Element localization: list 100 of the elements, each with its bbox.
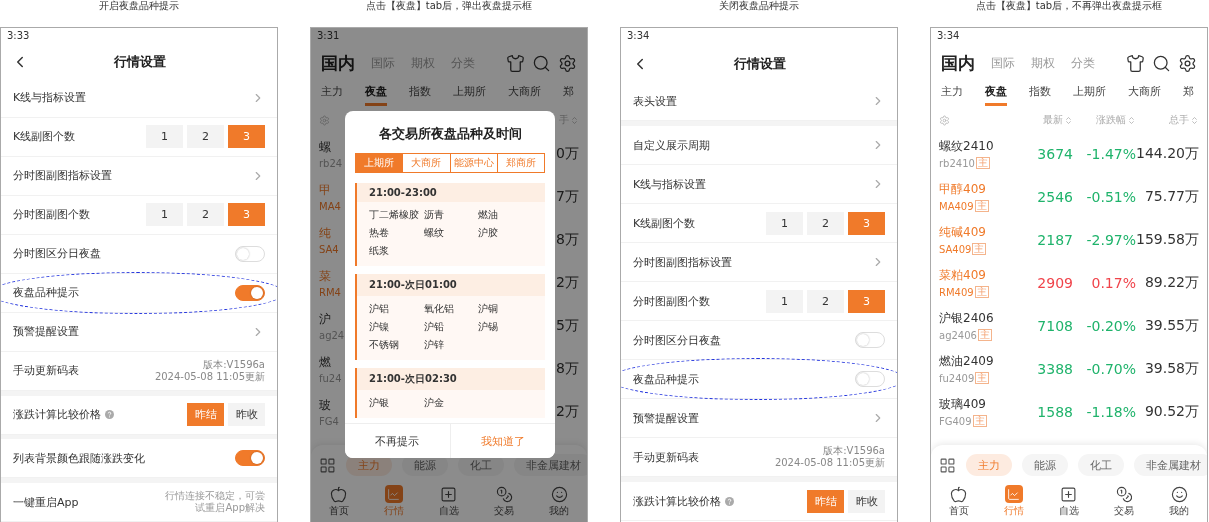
contract-code: RM409 主 [939,286,989,298]
product-name: 螺纹 [423,226,445,240]
option-button[interactable]: 2 [187,125,224,149]
volume-value: 2万 [556,402,579,421]
setting-label[interactable]: 表头设置 [633,93,677,109]
setting-label[interactable]: 分时图副图指标设置 [633,254,732,270]
contract-code: RM4 [319,286,341,298]
category-chip[interactable]: 非金属建材 [1134,454,1207,476]
grid-icon[interactable] [319,456,336,474]
setting-label[interactable]: 一键重启App [13,494,79,510]
setting-label[interactable]: 涨跌计算比较价格 [633,493,734,509]
change-value: -1.47% [1086,145,1136,162]
contract-name: 燃 [319,353,331,371]
sub-tab[interactable]: 夜盘 [985,84,1007,106]
grid-icon[interactable] [939,456,956,474]
setting-label[interactable]: K线副图个数 [13,129,76,145]
shirt-icon[interactable] [506,53,525,73]
price-value: 2546 [1037,188,1073,205]
sub-tab[interactable]: 郑 [1183,84,1194,103]
square-plus-icon [440,485,458,503]
nav-item[interactable]: 我的 [549,485,570,518]
coins-icon [1115,485,1133,503]
change-value: -1.18% [1086,403,1136,420]
option-button[interactable]: 1 [146,203,183,227]
volume-value: 39.55万 [1144,316,1199,335]
setting-label[interactable]: 夜盘品种提示 [13,285,79,301]
top-tab[interactable]: 国内 [321,51,355,75]
nav-item[interactable]: 自选 [1058,485,1079,518]
setting-label[interactable]: 预警提醒设置 [633,410,699,426]
sub-tab[interactable]: 大商所 [1128,84,1161,103]
sub-tab[interactable]: 主力 [321,84,343,103]
smile-icon [1170,485,1188,503]
option-button[interactable]: 1 [766,211,803,235]
sub-tab[interactable]: 大商所 [508,84,541,103]
setting-label[interactable]: 分时图副图个数 [13,207,90,223]
setting-label[interactable]: 预警提醒设置 [13,324,79,340]
setting-label[interactable]: K线与指标设置 [633,176,707,192]
help-icon[interactable] [105,410,114,420]
sub-tab[interactable]: 指数 [1029,84,1051,103]
help-icon[interactable] [725,496,734,506]
option-button[interactable]: 2 [807,289,844,313]
option-button[interactable]: 1 [146,125,183,149]
change-value: -2.97% [1086,231,1136,248]
nav-item[interactable]: 自选 [438,485,459,518]
option-button[interactable]: 昨收 [848,489,885,513]
nav-item[interactable]: 我的 [1169,485,1190,518]
volume-value: 8万 [556,359,579,378]
setting-label[interactable]: 分时图副图指标设置 [13,168,112,184]
sub-tab[interactable]: 指数 [409,84,431,103]
product-name: 沪胶 [478,226,500,240]
sub-tab[interactable]: 郑 [563,84,574,103]
session-time: 21:00-23:00 [357,183,545,202]
volume-value: 144.20万 [1136,144,1199,163]
settings-icon[interactable] [1178,53,1197,73]
product-name: 沪铜 [478,302,500,316]
settings-icon[interactable] [558,53,577,73]
nav-item[interactable]: 首页 [328,485,349,518]
setting-label[interactable]: 列表背景颜色跟随涨跌变化 [13,450,145,466]
option-button[interactable]: 2 [187,203,224,227]
setting-label[interactable]: 分时图区分日夜盘 [633,332,721,348]
sub-tab[interactable]: 上期所 [1073,84,1106,103]
toggle-switch[interactable] [235,450,265,467]
nav-item[interactable]: 交易 [494,485,515,518]
price-value: 3674 [1037,145,1073,162]
option-button[interactable]: 2 [807,211,844,235]
option-button[interactable]: 昨收 [228,403,265,427]
product-name: 纸浆 [369,244,390,258]
category-chip[interactable]: 能源 [1022,454,1068,476]
setting-label[interactable]: 分时图区分日夜盘 [13,246,101,262]
category-chip[interactable]: 化工 [1078,454,1124,476]
search-icon[interactable] [532,53,551,73]
top-tab[interactable]: 国内 [941,51,975,75]
volume-value: 159.58万 [1136,230,1199,249]
apple-icon [950,485,968,503]
setting-label[interactable]: 夜盘品种提示 [633,371,699,387]
sort-icon [570,115,579,125]
sub-tab[interactable]: 上期所 [453,84,486,103]
setting-label[interactable]: 手动更新码表 [13,363,79,379]
sub-tab[interactable]: 主力 [941,84,963,103]
setting-label[interactable]: 分时图副图个数 [633,293,710,309]
contract-code: MA409 主 [939,200,989,212]
contract-name: 螺 [319,138,331,156]
search-icon[interactable] [1152,53,1171,73]
setting-label[interactable]: 自定义展示周期 [633,137,710,153]
nav-item[interactable]: 交易 [1114,485,1135,518]
contract-code: MA4 [319,200,341,212]
apple-icon [330,485,348,503]
option-button[interactable]: 1 [766,289,803,313]
contract-code: fu24 [319,372,342,384]
setting-label[interactable]: K线与指标设置 [13,90,87,106]
nav-item[interactable]: 首页 [948,485,969,518]
version-text: 2024-05-08 11:05更新 [774,457,885,469]
version-text: 版本:V1596a [202,358,265,371]
contract-name: 玻璃409 [939,396,986,413]
shirt-icon[interactable] [1126,53,1145,73]
setting-label[interactable]: K线副图个数 [633,215,696,231]
setting-label[interactable]: 手动更新码表 [633,449,699,465]
toggle-switch[interactable] [235,284,265,301]
sub-tab[interactable]: 夜盘 [365,84,387,106]
setting-label[interactable]: 涨跌计算比较价格 [13,407,114,423]
